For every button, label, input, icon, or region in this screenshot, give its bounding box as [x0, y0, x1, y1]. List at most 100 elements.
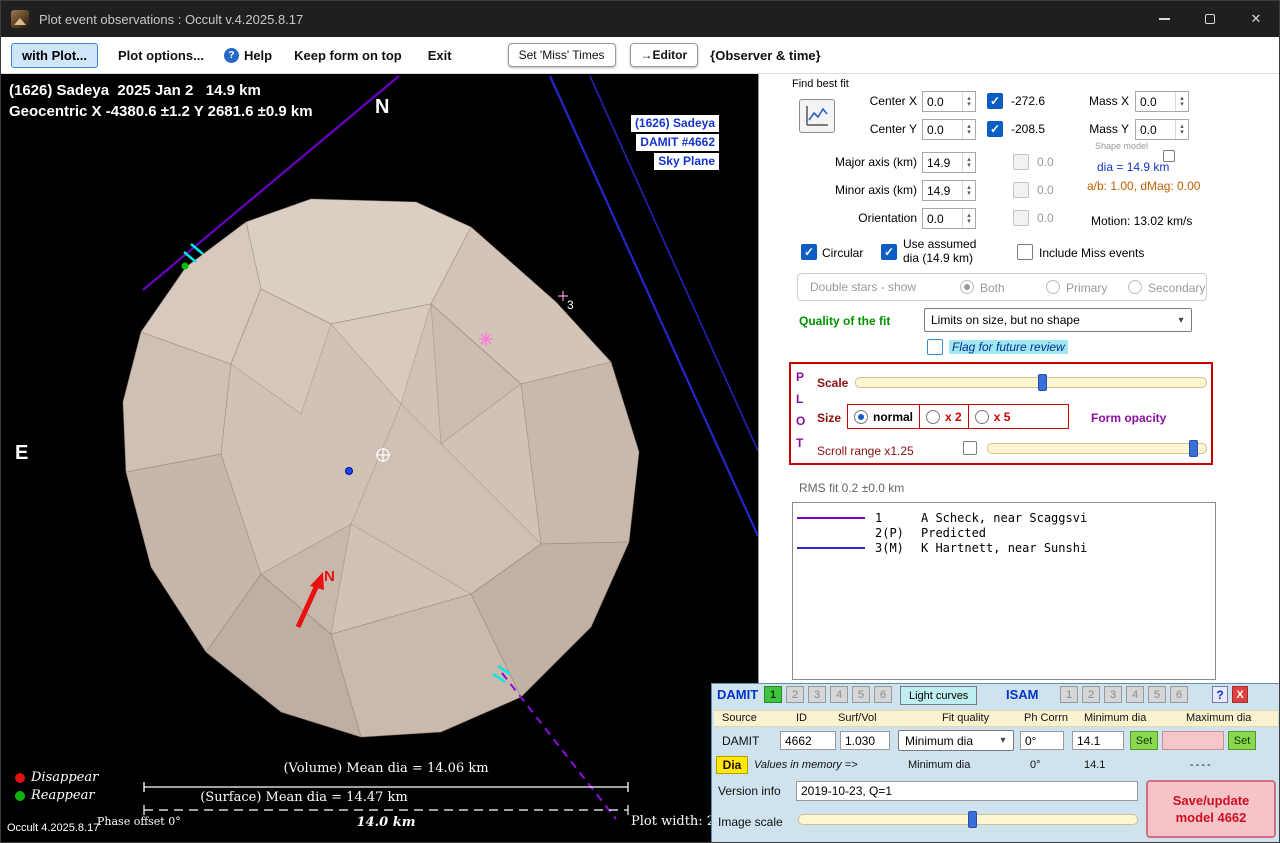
observation-number: 1 [875, 511, 921, 525]
header-min-dia: Minimum dia [1084, 712, 1146, 724]
mass-x-spinner[interactable]: ▴▾ [1175, 92, 1188, 111]
damit-model-2-button[interactable]: 2 [786, 686, 804, 703]
menu-keep-on-top[interactable]: Keep form on top [294, 48, 402, 63]
save-update-button[interactable]: Save/update model 4662 [1146, 780, 1276, 838]
size-normal-radio[interactable] [854, 410, 868, 424]
scroll-range-checkbox[interactable] [963, 441, 977, 455]
isam-1-button[interactable]: 1 [1060, 686, 1078, 703]
memory-ph-corrn: 0° [1030, 759, 1041, 771]
double-stars-primary-label: Primary [1066, 281, 1107, 295]
chord-color-swatch [797, 517, 875, 519]
asteroid-shape[interactable] [123, 199, 639, 737]
scroll-range-label: Scroll range x1.25 [817, 444, 914, 458]
image-scale-slider[interactable] [798, 814, 1138, 825]
isam-3-button[interactable]: 3 [1104, 686, 1122, 703]
menu-observer-time[interactable]: {Observer & time} [710, 48, 821, 63]
row-surfvol-field[interactable]: 1.030 [840, 731, 890, 750]
observations-list[interactable]: 1 A Scheck, near Scaggsvi 2(P) Predicted… [792, 502, 1216, 680]
menu-plot-options[interactable]: Plot options... [118, 48, 204, 63]
reappear-point [182, 263, 189, 270]
row-ph-corrn-field[interactable]: 0° [1020, 731, 1064, 750]
mass-y-spinner[interactable]: ▴▾ [1175, 120, 1188, 139]
damit-close-button[interactable]: X [1232, 686, 1248, 703]
set-max-dia-button[interactable]: Set [1228, 731, 1256, 750]
save-update-line2: model 4662 [1176, 809, 1247, 826]
observation-row[interactable]: 2(P) Predicted [797, 525, 1211, 540]
orientation-input[interactable]: 0.0 ▴▾ [922, 208, 976, 229]
double-stars-both-label: Both [980, 281, 1005, 295]
maximize-button[interactable] [1187, 1, 1233, 37]
major-axis-spinner[interactable]: ▴▾ [962, 153, 975, 172]
size-x2-radio[interactable] [926, 410, 940, 424]
major-axis-value: 14.9 [923, 153, 962, 172]
orientation-checkbox [1013, 210, 1029, 226]
mass-y-input[interactable]: 0.0 ▴▾ [1135, 119, 1189, 140]
menu-help[interactable]: ? Help [224, 48, 272, 63]
editor-button[interactable]: →Editor [630, 43, 699, 67]
isam-4-button[interactable]: 4 [1126, 686, 1144, 703]
menu-exit[interactable]: Exit [428, 48, 452, 63]
orientation-spinner[interactable]: ▴▾ [962, 209, 975, 228]
center-x-input[interactable]: 0.0 ▴▾ [922, 91, 976, 112]
minor-axis-spinner[interactable]: ▴▾ [962, 181, 975, 200]
center-y-checkbox[interactable]: ✓ [987, 121, 1003, 137]
isam-5-button[interactable]: 5 [1148, 686, 1166, 703]
mass-x-input[interactable]: 0.0 ▴▾ [1135, 91, 1189, 112]
row-max-dia-field[interactable] [1162, 731, 1224, 750]
center-y-value: 0.0 [923, 120, 962, 139]
isam-2-button[interactable]: 2 [1082, 686, 1100, 703]
orientation-label: Orientation [799, 211, 917, 225]
menu-with-plot[interactable]: with Plot... [11, 43, 98, 68]
ab-note: a/b: 1.00, dMag: 0.00 [1087, 179, 1200, 193]
north-arrow-label: N [324, 568, 335, 585]
plot-scale-slider[interactable] [855, 377, 1207, 388]
fit-quality-dropdown[interactable]: Minimum dia ▾ [898, 730, 1014, 751]
header-max-dia: Maximum dia [1186, 712, 1251, 724]
damit-model-5-button[interactable]: 5 [852, 686, 870, 703]
set-min-dia-button[interactable]: Set [1130, 731, 1158, 750]
flag-review-checkbox[interactable] [927, 339, 943, 355]
chevron-down-icon: ▾ [1171, 315, 1191, 326]
center-x-spinner[interactable]: ▴▾ [962, 92, 975, 111]
use-assumed-checkbox[interactable]: ✓ [881, 244, 897, 260]
center-x-checkbox[interactable]: ✓ [987, 93, 1003, 109]
damit-model-6-button[interactable]: 6 [874, 686, 892, 703]
size-normal-option[interactable]: normal [848, 405, 919, 428]
close-button[interactable]: ✕ [1233, 1, 1279, 37]
scroll-range-slider-thumb[interactable] [1189, 440, 1198, 457]
size-x5-radio[interactable] [975, 410, 989, 424]
menu-bar: with Plot... Plot options... ? Help Keep… [1, 37, 1279, 74]
minor-axis-label: Minor axis (km) [799, 183, 917, 197]
observation-row[interactable]: 1 A Scheck, near Scaggsvi [797, 510, 1211, 525]
include-miss-checkbox[interactable] [1017, 244, 1033, 260]
app-icon [11, 10, 29, 28]
minor-axis-input[interactable]: 14.9 ▴▾ [922, 180, 976, 201]
quality-dropdown[interactable]: Limits on size, but no shape ▾ [924, 308, 1192, 332]
set-miss-times-button[interactable]: Set 'Miss' Times [508, 43, 616, 67]
isam-6-button[interactable]: 6 [1170, 686, 1188, 703]
plot-scale-slider-thumb[interactable] [1038, 374, 1047, 391]
circular-checkbox[interactable]: ✓ [801, 244, 817, 260]
star-marker [479, 332, 493, 346]
dia-button[interactable]: Dia [716, 756, 748, 774]
row-id-field[interactable]: 4662 [780, 731, 836, 750]
damit-model-4-button[interactable]: 4 [830, 686, 848, 703]
double-stars-label: Double stars - show [810, 280, 916, 294]
damit-model-3-button[interactable]: 3 [808, 686, 826, 703]
scroll-range-slider[interactable] [987, 443, 1207, 454]
image-scale-slider-thumb[interactable] [968, 811, 977, 828]
observation-row[interactable]: 3(M) K Hartnett, near Sunshi [797, 540, 1211, 555]
damit-model-1-button[interactable]: 1 [764, 686, 782, 703]
damit-help-button[interactable]: ? [1212, 686, 1228, 703]
row-source: DAMIT [722, 734, 759, 748]
major-axis-input[interactable]: 14.9 ▴▾ [922, 152, 976, 173]
version-info-field[interactable] [796, 781, 1138, 801]
size-x2-option[interactable]: x 2 [920, 405, 968, 428]
minimize-button[interactable] [1141, 1, 1187, 37]
row-min-dia-field[interactable]: 14.1 [1072, 731, 1124, 750]
title-bar: Plot event observations : Occult v.4.202… [1, 1, 1279, 37]
light-curves-button[interactable]: Light curves [900, 686, 977, 705]
center-y-input[interactable]: 0.0 ▴▾ [922, 119, 976, 140]
size-x5-option[interactable]: x 5 [969, 405, 1017, 428]
center-y-spinner[interactable]: ▴▾ [962, 120, 975, 139]
